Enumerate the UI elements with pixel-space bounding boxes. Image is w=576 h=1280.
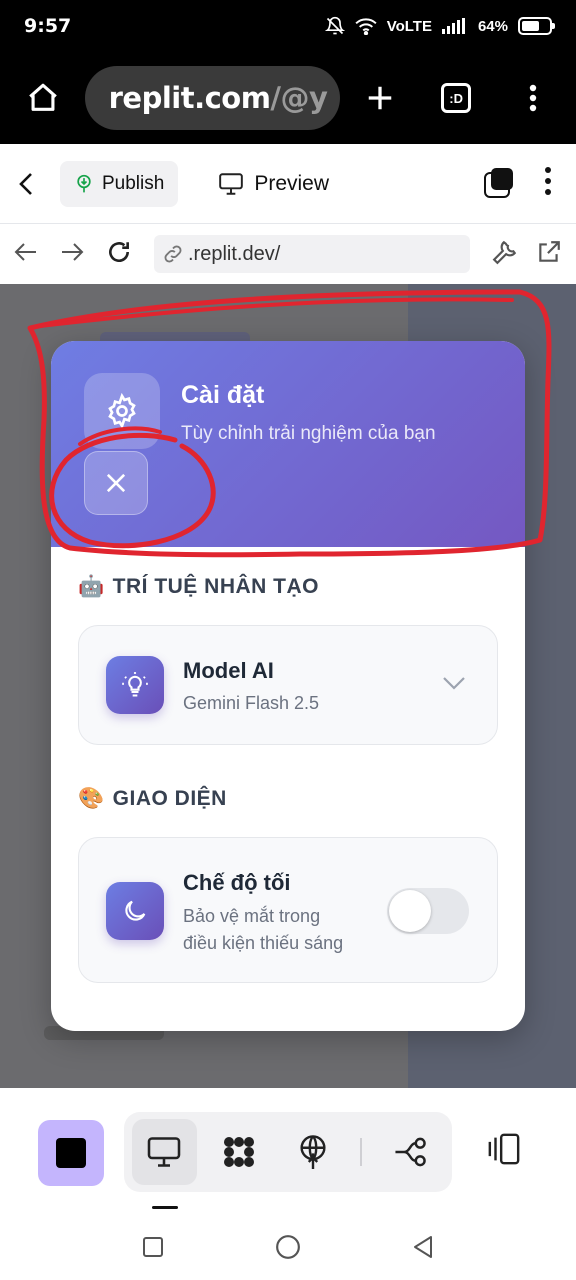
modal-subtitle: Tùy chỉnh trải nghiệm của bạn [181, 423, 436, 444]
url-bar[interactable]: replit.com/@y [84, 66, 341, 130]
kebab-menu-icon [529, 84, 536, 112]
stop-icon [56, 1138, 86, 1168]
link-icon [164, 245, 182, 263]
home-circle-icon [276, 1234, 300, 1259]
status-icons: VoLTE 64% [324, 16, 555, 36]
nav-back-button[interactable] [14, 241, 38, 268]
replit-header: Publish Preview [0, 144, 576, 224]
section-title-appearance: 🎨 GIAO DIỆN [78, 787, 227, 811]
agent-swirl-icon [223, 1137, 254, 1167]
dark-mode-title: Chế độ tối [183, 870, 291, 895]
signal-icon [441, 18, 468, 34]
preview-address-bar: .replit.dev/ [0, 224, 576, 284]
wrench-icon [492, 240, 517, 264]
card-icon-badge [106, 656, 164, 714]
devtools-button[interactable] [492, 239, 518, 270]
tab-switcher-button[interactable]: :D [431, 72, 482, 124]
nav-forward-button[interactable] [60, 241, 84, 268]
open-external-button[interactable] [536, 239, 562, 270]
arrow-left-icon [14, 242, 36, 261]
section-title-ai: 🤖 TRÍ TUỆ NHÂN TẠO [78, 575, 319, 599]
replit-menu-button[interactable] [544, 166, 552, 201]
monitor-icon [219, 172, 244, 195]
active-tab-indicator [152, 1206, 178, 1209]
tab-deploy[interactable] [281, 1119, 346, 1185]
settings-modal: Cài đặt Tùy chỉnh trải nghiệm của bạn 🤖 … [51, 341, 525, 1031]
home-icon [29, 83, 58, 111]
home-nav-button[interactable] [275, 1234, 301, 1265]
wifi-icon [355, 17, 377, 35]
close-icon [106, 473, 126, 493]
battery-percent: 64% [477, 17, 508, 35]
stop-square-button[interactable] [482, 167, 514, 200]
publish-label: Publish [102, 172, 165, 194]
preview-tab[interactable]: Preview [218, 172, 329, 196]
publish-tree-icon [77, 174, 91, 192]
network-label: VoLTE [386, 17, 432, 35]
model-ai-card[interactable]: Model AI Gemini Flash 2.5 [78, 625, 498, 745]
close-button[interactable] [84, 451, 148, 515]
monitor-icon [147, 1137, 181, 1167]
plus-icon [368, 86, 391, 110]
bottom-toolbar [0, 1088, 576, 1218]
model-ai-value: Gemini Flash 2.5 [183, 693, 320, 713]
back-button[interactable] [16, 164, 46, 204]
home-button[interactable] [18, 72, 69, 124]
chevron-down-icon [443, 677, 465, 690]
mute-bell-icon [324, 16, 345, 36]
dark-mode-desc-line2: điều kiện thiếu sáng [183, 933, 344, 953]
battery-icon [518, 17, 555, 35]
publish-button[interactable]: Publish [60, 160, 179, 207]
status-time: 9:57 [24, 15, 72, 37]
browser-toolbar: replit.com/@y :D [0, 52, 576, 144]
reload-button[interactable] [106, 239, 132, 270]
toggle-knob [389, 890, 431, 932]
settings-modal-header: Cài đặt Tùy chỉnh trải nghiệm của bạn [51, 341, 525, 547]
new-tab-button[interactable] [354, 72, 405, 124]
toolbar-tab-group [124, 1112, 452, 1192]
back-triangle-icon [414, 1235, 432, 1258]
palette-icon: 🎨 [78, 787, 105, 810]
external-link-icon [539, 240, 560, 262]
back-nav-button[interactable] [411, 1234, 435, 1265]
tab-agent[interactable] [207, 1119, 272, 1185]
browser-menu-button[interactable] [507, 72, 558, 124]
tab-count-icon: :D [441, 83, 472, 113]
layout-toggle-button[interactable] [484, 1132, 524, 1171]
reload-icon [109, 241, 129, 262]
recents-button[interactable] [141, 1235, 165, 1264]
dark-mode-desc-line1: Bảo vệ mắt trong [183, 906, 321, 926]
gear-icon [108, 393, 136, 429]
dark-mode-card: Chế độ tối Bảo vệ mắt trong điều kiện th… [78, 837, 498, 983]
stop-run-button[interactable] [38, 1120, 104, 1186]
url-domain: replit.com [108, 81, 271, 115]
lightbulb-icon [122, 672, 148, 697]
android-nav-bar [0, 1218, 576, 1280]
section-appearance-label: GIAO DIỆN [112, 787, 227, 810]
model-ai-title: Model AI [183, 658, 274, 683]
preview-label: Preview [254, 171, 330, 195]
arrow-right-icon [62, 242, 84, 261]
moon-icon [125, 900, 146, 921]
tab-preview[interactable] [132, 1119, 197, 1185]
recents-icon [143, 1236, 163, 1257]
branch-icon [395, 1137, 426, 1167]
section-ai-label: TRÍ TUỆ NHÂN TẠO [112, 575, 319, 598]
tab-git[interactable] [378, 1119, 443, 1185]
split-panel-icon [488, 1133, 520, 1165]
preview-url-input[interactable]: .replit.dev/ [154, 235, 470, 273]
preview-url-text: .replit.dev/ [188, 242, 281, 265]
url-path: /@y [270, 81, 328, 115]
card-icon-badge [106, 882, 164, 940]
dark-mode-toggle[interactable] [387, 888, 469, 934]
chevron-left-icon [19, 172, 32, 195]
settings-gear-badge [84, 373, 160, 449]
kebab-menu-icon [545, 167, 551, 195]
robot-icon: 🤖 [78, 575, 105, 598]
status-bar: 9:57 VoLTE 64% [0, 0, 576, 52]
modal-title: Cài đặt [181, 381, 265, 409]
deploy-globe-icon [300, 1135, 326, 1169]
